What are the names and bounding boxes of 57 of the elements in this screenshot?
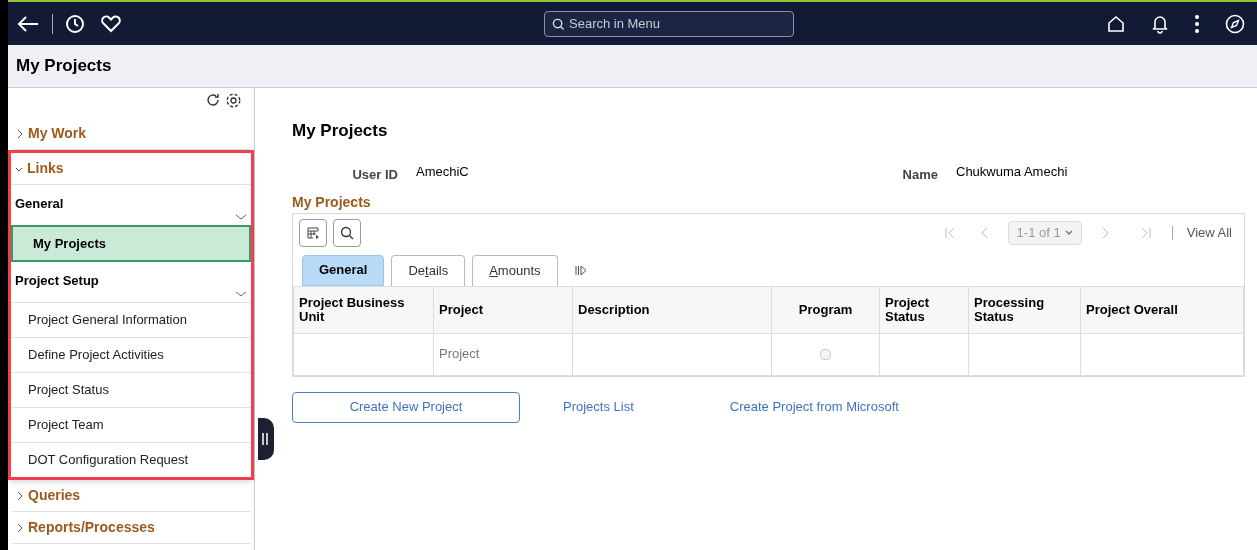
search-icon bbox=[552, 17, 565, 31]
show-all-columns-icon[interactable] bbox=[574, 264, 587, 276]
program-checkbox[interactable] bbox=[820, 349, 831, 361]
column-header: Program bbox=[771, 286, 880, 333]
column-header: Project Business Unit bbox=[293, 286, 434, 333]
sidebar-group-header[interactable]: Project Setup bbox=[11, 262, 251, 302]
sidebar-section-header[interactable]: Reports/Processes bbox=[12, 512, 250, 544]
column-header: Description bbox=[572, 286, 772, 333]
chevron-down-icon bbox=[235, 290, 247, 298]
grid-tab[interactable]: General bbox=[302, 254, 385, 286]
search-field[interactable]: Search in Menu bbox=[544, 10, 794, 37]
section-heading: My Projects bbox=[292, 120, 389, 142]
grid-tab[interactable]: Amounts bbox=[472, 254, 558, 286]
field-label: Name bbox=[901, 165, 938, 184]
column-header: Project Overall bbox=[1080, 286, 1244, 333]
search-icon bbox=[340, 225, 354, 240]
create-project-button[interactable]: Create New Project bbox=[292, 391, 520, 423]
clock-icon[interactable] bbox=[65, 13, 85, 34]
search-button[interactable] bbox=[333, 218, 361, 247]
action-link[interactable]: Create Project from Microsoft bbox=[729, 397, 899, 417]
grid-title: My Projects bbox=[292, 192, 372, 212]
action-link[interactable]: Projects List bbox=[563, 397, 634, 417]
chevron-right-icon bbox=[16, 522, 24, 533]
field-value: Chukwuma Amechi bbox=[956, 162, 1068, 181]
collapse-handle-icon[interactable] bbox=[258, 418, 274, 460]
sidebar-link[interactable]: Project Status bbox=[11, 372, 251, 407]
sidebar-section-header[interactable]: Links bbox=[11, 153, 251, 185]
grid-tab[interactable]: Details bbox=[391, 254, 466, 286]
home-icon[interactable] bbox=[1107, 14, 1125, 33]
sidebar-group-header[interactable]: General bbox=[11, 185, 251, 225]
column-header: Processing Status bbox=[968, 286, 1081, 333]
page-title: My Projects bbox=[16, 55, 112, 78]
view-all-link[interactable]: View All bbox=[1186, 222, 1232, 243]
field-label: User ID bbox=[351, 165, 398, 184]
sidebar-link[interactable]: Project General Information bbox=[11, 302, 251, 337]
chevron-down-icon bbox=[235, 213, 247, 221]
caret-icon bbox=[1064, 229, 1073, 236]
chevron-right-icon bbox=[16, 490, 24, 501]
sidebar-link[interactable]: DOT Configuration Request bbox=[11, 442, 251, 477]
personalize-grid-button[interactable] bbox=[299, 218, 327, 247]
settings-icon[interactable] bbox=[225, 92, 242, 109]
table-cell: Project bbox=[433, 333, 573, 375]
sidebar-link[interactable]: Project Team bbox=[11, 407, 251, 442]
sidebar-section-header[interactable]: Queries bbox=[12, 480, 250, 512]
column-header: Project bbox=[433, 286, 573, 333]
refresh-icon[interactable] bbox=[205, 92, 221, 108]
sidebar-link[interactable]: Define Project Activities bbox=[11, 337, 251, 372]
grid-icon bbox=[306, 226, 320, 239]
more-icon[interactable] bbox=[1195, 14, 1199, 33]
heart-icon[interactable] bbox=[101, 14, 121, 33]
chevron-right-icon bbox=[16, 128, 24, 139]
back-arrow-icon[interactable] bbox=[16, 13, 40, 34]
compass-icon[interactable] bbox=[1225, 13, 1245, 34]
field-value: AmechiC bbox=[416, 162, 469, 181]
sidebar-link[interactable]: My Projects bbox=[11, 225, 251, 262]
bell-icon[interactable] bbox=[1151, 13, 1169, 34]
column-header: Project Status bbox=[879, 286, 969, 333]
